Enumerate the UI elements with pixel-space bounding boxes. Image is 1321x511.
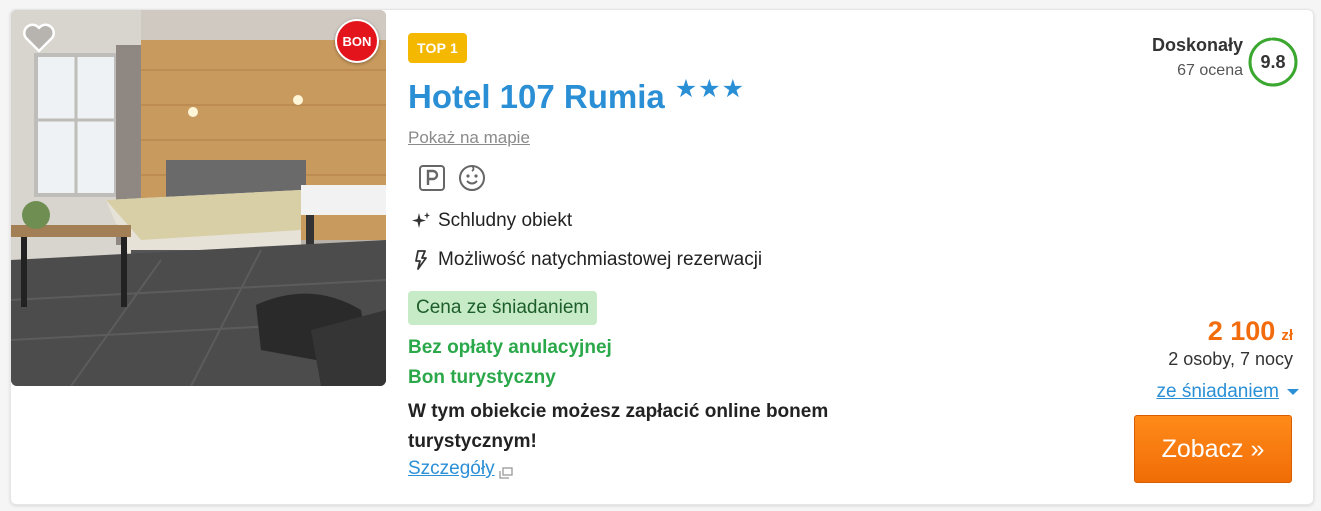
amenity-icons: [417, 163, 487, 193]
hotel-card: BON TOP 1 Hotel 107 Rumia ★★★ Pokaż na m…: [10, 9, 1314, 505]
feature-instant-booking: Możliwość natychmiastowej rezerwacji: [410, 249, 762, 271]
heart-icon[interactable]: [21, 20, 57, 56]
price-currency: zł: [1281, 327, 1293, 344]
lightning-icon: [410, 249, 432, 271]
price: 2 100 zł: [1208, 316, 1293, 347]
details-link[interactable]: Szczegóły: [408, 458, 513, 480]
top-badge: TOP 1: [408, 33, 467, 63]
bon-badge: BON: [335, 19, 379, 63]
star-rating: ★★★: [674, 75, 745, 103]
review-count: 67 ocena: [1177, 62, 1243, 79]
feature-clean-text: Schludny obiekt: [438, 210, 573, 231]
details-link-label: Szczegóły: [408, 458, 495, 479]
stay-summary: 2 osoby, 7 nocy: [1168, 349, 1293, 369]
hotel-name-link[interactable]: Hotel 107 Rumia: [408, 78, 665, 116]
see-offer-button[interactable]: Zobacz »: [1134, 415, 1292, 483]
rating-summary: Doskonały 67 ocena: [1152, 35, 1243, 80]
breakfast-tag: Cena ze śniadaniem: [408, 291, 598, 325]
title-row: Hotel 107 Rumia ★★★: [408, 75, 745, 116]
rating-label: Doskonały: [1151, 35, 1243, 55]
score-badge: 9.8: [1247, 36, 1299, 88]
kids-friendly-icon: [457, 163, 487, 193]
meal-option-label: ze śniadaniem: [1156, 381, 1279, 402]
sparkle-icon: [410, 210, 432, 232]
room-image: [11, 10, 386, 386]
score-value: 9.8: [1260, 51, 1286, 72]
external-window-icon: [498, 463, 513, 479]
price-amount: 2 100: [1207, 316, 1276, 346]
meal-option-dropdown[interactable]: ze śniadaniem: [1156, 381, 1299, 403]
free-cancellation: Bez opłaty anulacyjnej: [408, 337, 612, 358]
feature-clean: Schludny obiekt: [410, 210, 572, 232]
tourist-bon-label: Bon turystyczny: [408, 367, 556, 388]
feature-instant-booking-text: Możliwość natychmiastowej rezerwacji: [438, 249, 763, 270]
show-on-map-link[interactable]: Pokaż na mapie: [408, 128, 530, 148]
chevron-down-icon: [1287, 389, 1299, 395]
hotel-photo[interactable]: BON: [11, 10, 386, 386]
parking-icon: [417, 163, 447, 193]
bon-description: W tym obiekcie możesz zapłacić online bo…: [408, 401, 829, 452]
